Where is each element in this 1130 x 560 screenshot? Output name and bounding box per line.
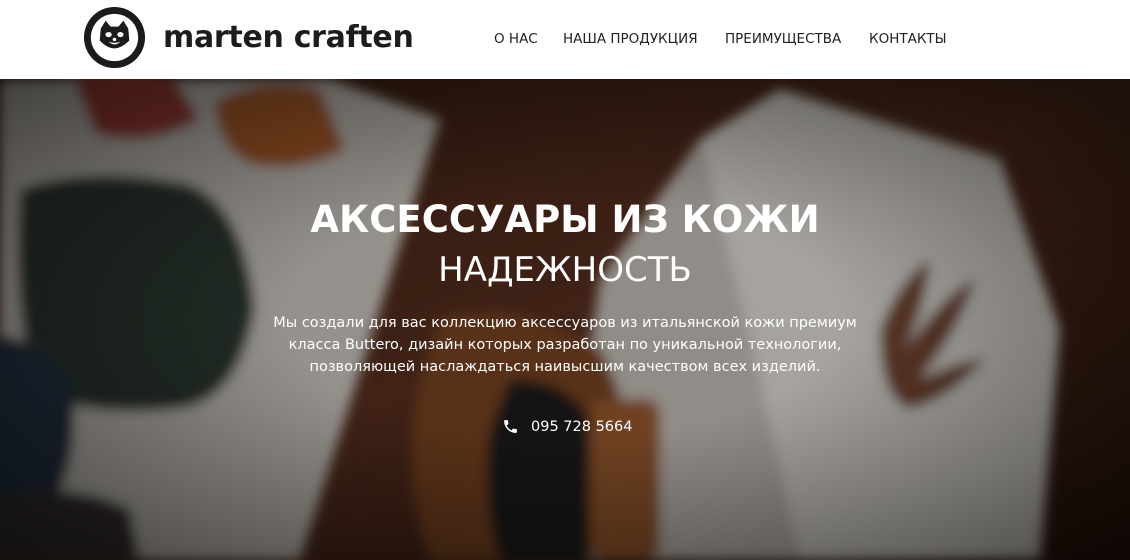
hero-description: Мы создали для вас коллекцию аксессуаров…	[250, 312, 880, 378]
hero-description-line: Мы создали для вас коллекцию аксессуаров…	[273, 315, 857, 331]
marten-logo[interactable]	[82, 5, 147, 70]
hero-section: АКСЕССУАРЫ ИЗ КОЖИ НАДЕЖНОСТЬ Мы создали…	[0, 79, 1130, 560]
nav-products[interactable]: НАША ПРОДУКЦИЯ	[563, 30, 698, 48]
hero-description-line: класса Buttero, дизайн которых разработа…	[288, 337, 842, 353]
hero-description-line: позволяющей наслаждаться наивысшим качес…	[309, 359, 821, 375]
hero-subtitle: НАДЕЖНОСТЬ	[438, 250, 692, 290]
nav-contacts[interactable]: КОНТАКТЫ	[869, 30, 947, 48]
nav-advantages[interactable]: ПРЕИМУЩЕСТВА	[725, 30, 841, 48]
phone-number[interactable]: 095 728 5664	[531, 416, 632, 438]
phone-icon	[504, 420, 517, 433]
brand-name[interactable]: marten craften	[163, 19, 414, 57]
hero-title: АКСЕССУАРЫ ИЗ КОЖИ	[310, 198, 820, 241]
nav-about[interactable]: О НАС	[494, 30, 538, 48]
site-header: marten craften О НАС НАША ПРОДУКЦИЯ ПРЕИ…	[0, 0, 1130, 79]
